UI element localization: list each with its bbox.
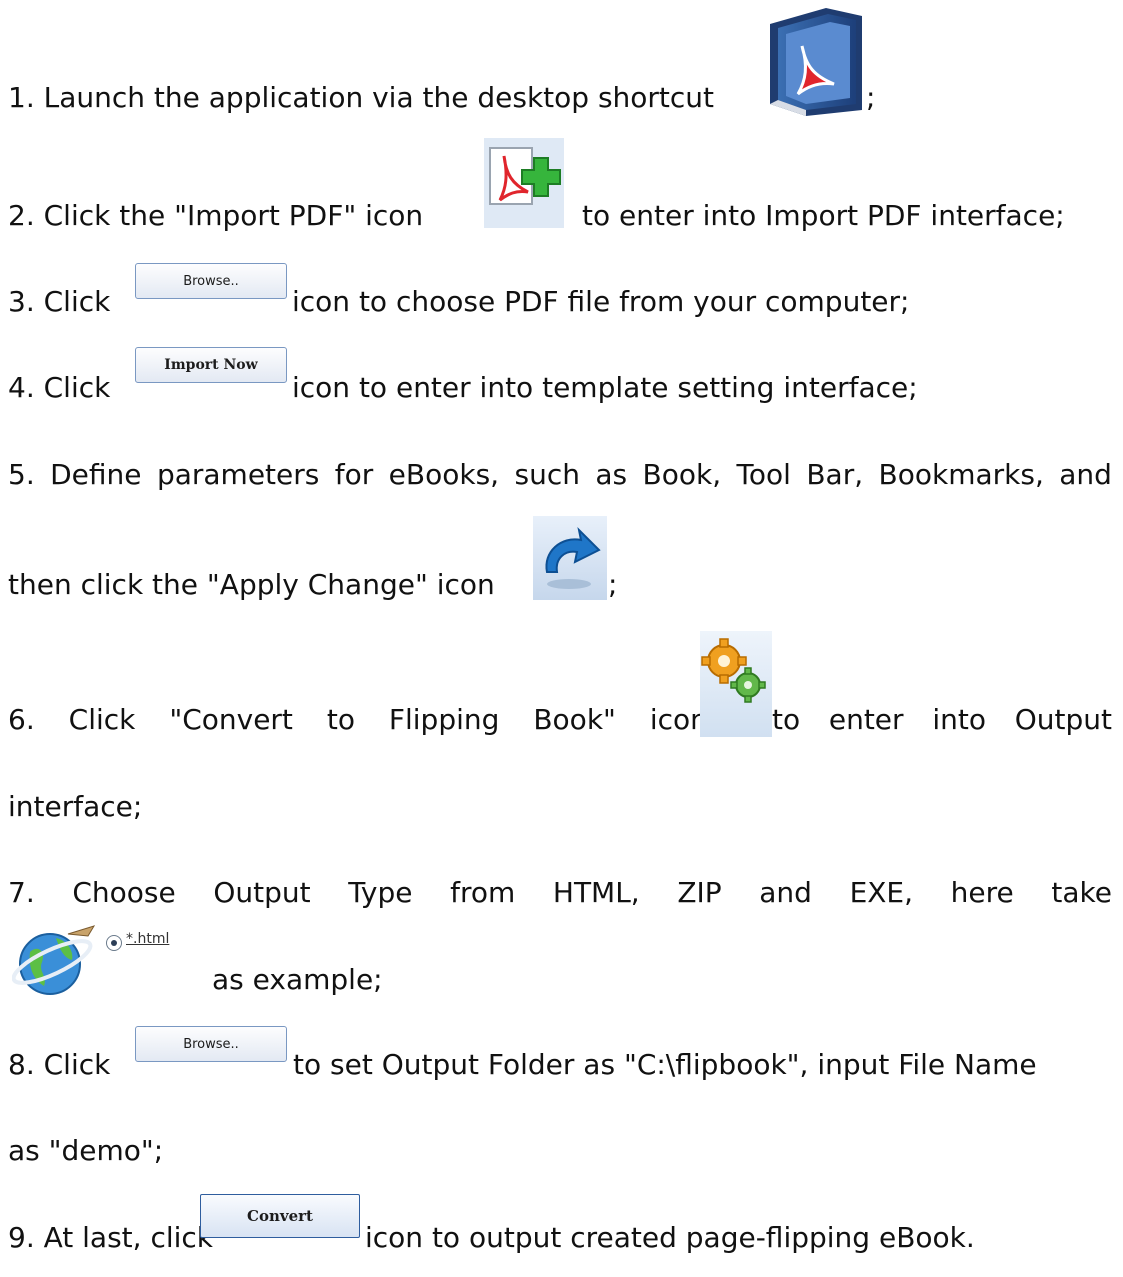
step-7-line-2: as example; <box>212 960 383 1000</box>
pdf-book-icon[interactable] <box>762 6 866 118</box>
step-4-text: 4. Click <box>8 368 110 408</box>
step-6-word: Output <box>1014 703 1112 736</box>
step-6-word: into <box>932 703 986 736</box>
step-5-word: Bar, <box>806 458 864 491</box>
step-4-after: icon to enter into template setting inte… <box>292 371 918 404</box>
step-4-label: 4. Click <box>8 371 111 404</box>
step-6-word: Flipping <box>388 703 500 736</box>
step-7-word: Choose <box>72 876 176 909</box>
step-7-word: from <box>450 876 516 909</box>
step-1-semicolon: ; <box>866 81 876 114</box>
import-pdf-plus-icon[interactable] <box>484 138 564 228</box>
step-5-word: Tool <box>736 458 791 491</box>
step-7-word: EXE, <box>849 876 914 909</box>
step-2-label: 2. Click the "Import PDF" icon <box>8 199 424 232</box>
step-7-line-1: 7. Choose Output Type from HTML, ZIP and… <box>8 873 1112 913</box>
step-5-word: 5. <box>8 458 35 491</box>
step-9-text: 9. At last, click <box>8 1218 213 1258</box>
step-8-text: 8. Click <box>8 1045 110 1085</box>
browse-output-button[interactable]: Browse.. <box>135 1026 287 1062</box>
step-7-word: Output <box>213 876 311 909</box>
step-2-after: to enter into Import PDF interface; <box>582 199 1065 232</box>
step-1-text: 1. Launch the application via the deskto… <box>8 78 714 118</box>
step-1-label: 1. Launch the application via the deskto… <box>8 81 715 114</box>
step-7-word: ZIP <box>677 876 722 909</box>
step-5-word: Define <box>50 458 142 491</box>
globe-icon <box>12 925 96 995</box>
step-6-word: 6. <box>8 703 35 736</box>
step-8-label: 8. Click <box>8 1048 111 1081</box>
step-5-word: eBooks, <box>388 458 500 491</box>
step-7-word: Type <box>348 876 413 909</box>
step-6-word: Book" <box>533 703 616 736</box>
step-7-line-2-text: as example; <box>212 963 383 996</box>
step-3-text: 3. Click <box>8 282 110 322</box>
gears-icon[interactable] <box>700 631 772 737</box>
html-radio-button[interactable] <box>106 935 122 951</box>
step-7-word: here <box>950 876 1014 909</box>
step-9-text-after: icon to output created page-flipping eBo… <box>365 1218 975 1258</box>
step-6-word: to <box>772 703 801 736</box>
step-3-after: icon to choose PDF file from your comput… <box>292 285 910 318</box>
browse-button-label: Browse.. <box>183 273 239 289</box>
step-3-label: 3. Click <box>8 285 111 318</box>
step-5-word: parameters <box>156 458 320 491</box>
import-now-button[interactable]: Import Now <box>135 347 287 383</box>
step-5-line-1: 5. Define parameters for eBooks, such as… <box>8 455 1112 495</box>
step-5-line-2-text: then click the "Apply Change" icon <box>8 568 495 601</box>
step-8-text-after: to set Output Folder as "C:\flipbook", i… <box>293 1045 1037 1085</box>
step-7-word: HTML, <box>552 876 640 909</box>
step-5-word: Bookmarks, <box>878 458 1044 491</box>
step-7-word: take <box>1051 876 1112 909</box>
step-7-word: 7. <box>8 876 35 909</box>
step-5-word: Book, <box>642 458 722 491</box>
step-5-word: as <box>595 458 628 491</box>
step-5-word: and <box>1059 458 1112 491</box>
step-4-text-after: icon to enter into template setting inte… <box>292 368 918 408</box>
convert-button-label: Convert <box>247 1207 313 1225</box>
step-6-word: enter <box>828 703 904 736</box>
step-3-text-after: icon to choose PDF file from your comput… <box>292 282 909 322</box>
step-8-after: to set Output Folder as "C:\flipbook", i… <box>293 1048 1037 1081</box>
step-9-label: 9. At last, click <box>8 1221 214 1254</box>
step-6-word: "Convert <box>169 703 293 736</box>
step-5-word: for <box>334 458 374 491</box>
browse-button[interactable]: Browse.. <box>135 263 287 299</box>
step-6-line-2: interface; <box>8 787 142 827</box>
step-2-text-after: to enter into Import PDF interface; <box>582 196 1065 236</box>
step-8-line-2: as "demo"; <box>8 1131 163 1171</box>
step-2-text: 2. Click the "Import PDF" icon <box>8 196 423 236</box>
browse-output-button-label: Browse.. <box>183 1036 239 1052</box>
apply-change-arrow-icon[interactable] <box>533 516 607 600</box>
step-7-word: and <box>759 876 812 909</box>
step-9-after: icon to output created page-flipping eBo… <box>365 1221 975 1254</box>
step-6-word: to <box>326 703 355 736</box>
step-6-word: Click <box>68 703 136 736</box>
import-now-button-label: Import Now <box>164 357 258 373</box>
step-5-semicolon: ; <box>608 568 618 601</box>
step-6-line-2-text: interface; <box>8 790 143 823</box>
radio-dot <box>111 940 117 946</box>
html-radio-label: *.html <box>126 931 170 947</box>
step-6-line-1-left: 6. Click "Convert to Flipping Book" icon <box>8 700 708 740</box>
step-8-line-2-text: as "demo"; <box>8 1134 164 1167</box>
step-5-word: such <box>514 458 580 491</box>
convert-button[interactable]: Convert <box>200 1194 360 1238</box>
step-6-line-1-right: to enter into Output <box>772 700 1112 740</box>
step-5-line-2: then click the "Apply Change" icon <box>8 565 495 605</box>
